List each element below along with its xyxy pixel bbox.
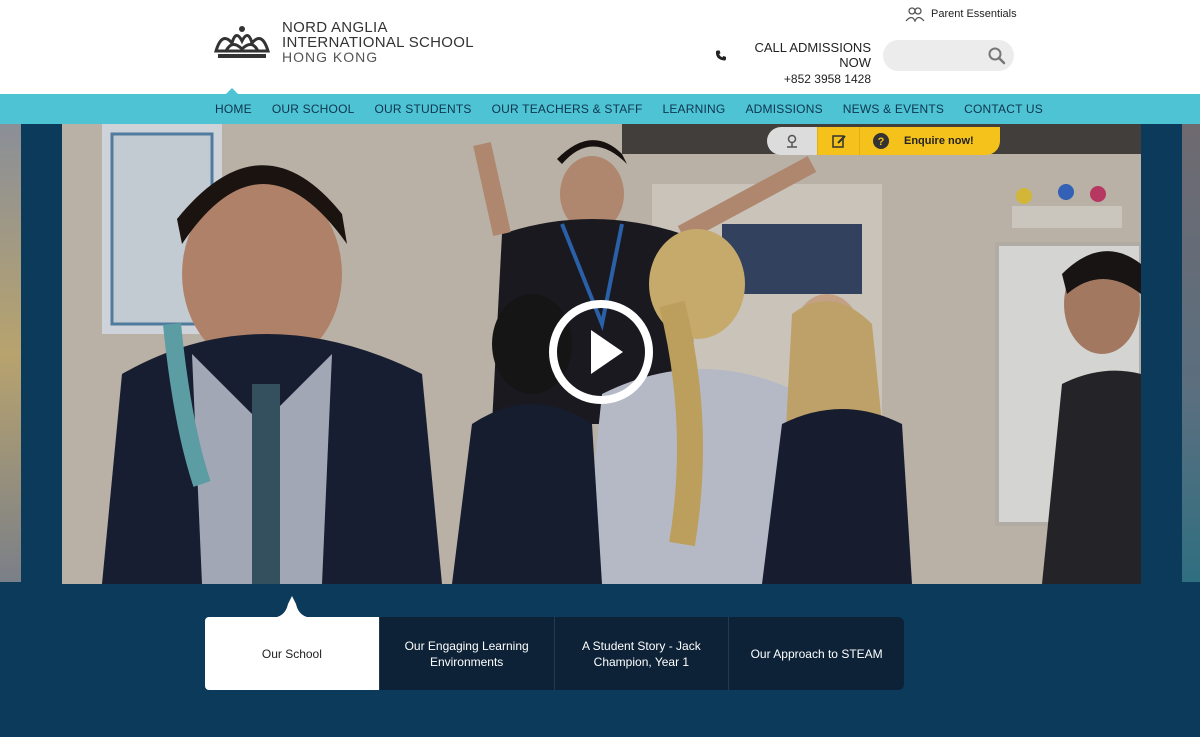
search-icon[interactable] xyxy=(986,45,1008,67)
enquire-now-button[interactable]: ? Enquire now! xyxy=(859,127,1000,155)
tab-approach-to-steam[interactable]: Our Approach to STEAM xyxy=(729,617,904,690)
carousel-next-slide[interactable] xyxy=(1182,124,1200,582)
logo-line-1: NORD ANGLIA xyxy=(282,19,388,36)
nav-item-our-school[interactable]: OUR SCHOOL xyxy=(262,102,365,116)
main-nav: HOME OUR SCHOOL OUR STUDENTS OUR TEACHER… xyxy=(0,94,1200,124)
school-logo[interactable]: NORD ANGLIA INTERNATIONAL SCHOOL HONG KO… xyxy=(212,20,474,65)
logo-line-3: HONG KONG xyxy=(282,49,379,65)
carousel-prev-slide[interactable] xyxy=(0,124,21,582)
video-tabs: Our School Our Engaging Learning Environ… xyxy=(205,617,904,690)
nav-item-admissions[interactable]: ADMISSIONS xyxy=(735,102,832,116)
question-bubble-icon: ? xyxy=(873,133,889,149)
active-tab-pointer xyxy=(270,596,314,618)
crown-crest-icon xyxy=(213,25,271,58)
call-admissions-label: CALL ADMISSIONS NOW xyxy=(754,40,871,70)
svg-text:?: ? xyxy=(878,136,885,148)
location-tab[interactable] xyxy=(767,127,817,155)
hero-video-poster[interactable] xyxy=(62,124,1141,584)
tab-student-story[interactable]: A Student Story - Jack Champion, Year 1 xyxy=(554,617,730,690)
parent-essentials-link[interactable]: Parent Essentials xyxy=(905,6,1017,22)
parent-essentials-label: Parent Essentials xyxy=(931,8,1017,20)
hero-carousel xyxy=(0,124,1200,584)
nav-item-contact-us[interactable]: CONTACT US xyxy=(954,102,1053,116)
tab-engaging-learning-environments[interactable]: Our Engaging Learning Environments xyxy=(379,617,555,690)
edit-form-icon xyxy=(831,135,846,148)
tab-our-school[interactable]: Our School xyxy=(205,617,380,690)
map-pin-icon xyxy=(787,134,797,148)
enquire-toolbar: ? Enquire now! xyxy=(767,127,1000,155)
apply-tab[interactable] xyxy=(817,127,859,155)
logo-line-2: INTERNATIONAL SCHOOL xyxy=(282,34,474,51)
nav-item-learning[interactable]: LEARNING xyxy=(652,102,735,116)
phone-number: +852 3958 1428 xyxy=(783,72,871,86)
parents-icon xyxy=(905,7,925,22)
site-header: NORD ANGLIA INTERNATIONAL SCHOOL HONG KO… xyxy=(0,0,1200,94)
call-admissions[interactable]: CALL ADMISSIONS NOW +852 3958 1428 xyxy=(715,40,871,86)
play-video-icon[interactable] xyxy=(547,298,655,406)
phone-icon xyxy=(715,49,726,61)
enquire-now-label: Enquire now! xyxy=(904,135,974,147)
nav-item-news-events[interactable]: NEWS & EVENTS xyxy=(833,102,954,116)
nav-item-our-students[interactable]: OUR STUDENTS xyxy=(365,102,482,116)
nav-item-home[interactable]: HOME xyxy=(205,102,262,116)
nav-item-our-teachers-staff[interactable]: OUR TEACHERS & STAFF xyxy=(482,102,653,116)
